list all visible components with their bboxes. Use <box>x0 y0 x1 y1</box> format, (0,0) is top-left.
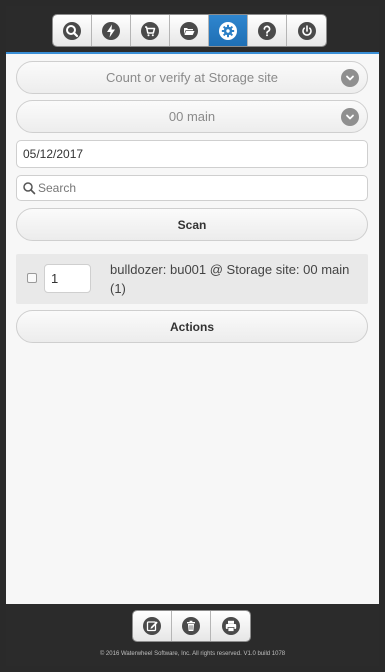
footer-bar: © 2016 Waterwheel Software, Inc. All rig… <box>6 604 379 666</box>
folder-open-icon <box>180 21 198 40</box>
header-bar <box>6 6 379 54</box>
site-select[interactable]: 00 main <box>16 100 368 133</box>
actions-button[interactable]: Actions <box>16 310 368 343</box>
item-checkbox[interactable] <box>27 273 37 283</box>
trash-icon <box>182 617 200 635</box>
mode-select-label: Count or verify at Storage site <box>106 70 278 85</box>
logout-button[interactable] <box>287 15 326 46</box>
site-select-label: 00 main <box>168 109 216 124</box>
lightning-icon <box>102 21 120 40</box>
power-icon <box>297 21 316 40</box>
search-icon <box>63 21 81 40</box>
print-button[interactable] <box>211 611 250 641</box>
search-button[interactable] <box>53 15 92 46</box>
list-item: 1 bulldozer: bu001 @ Storage site: 00 ma… <box>16 254 368 304</box>
quick-action-button[interactable] <box>92 15 131 46</box>
cart-button[interactable] <box>131 15 170 46</box>
chevron-down-icon <box>341 69 359 87</box>
search-placeholder: Search <box>38 181 77 195</box>
scan-button[interactable]: Scan <box>16 208 368 241</box>
copyright-text: © 2016 Waterwheel Software, Inc. All rig… <box>99 651 286 657</box>
gear-icon <box>219 21 237 40</box>
help-button[interactable] <box>248 15 287 46</box>
edit-icon <box>143 617 161 635</box>
cart-icon <box>141 21 159 40</box>
app-frame: Count or verify at Storage site 00 main … <box>0 0 385 672</box>
chevron-down-icon <box>341 108 359 126</box>
date-field[interactable]: 05/12/2017 <box>16 140 368 168</box>
item-description: bulldozer: bu001 @ Storage site: 00 main… <box>110 262 350 296</box>
search-input[interactable]: Search <box>16 175 368 201</box>
footer-toolbar <box>132 610 251 642</box>
open-folder-button[interactable] <box>170 15 209 46</box>
date-value: 05/12/2017 <box>23 147 84 161</box>
main-toolbar <box>52 14 327 47</box>
scan-button-label: Scan <box>177 217 207 232</box>
quantity-value: 1 <box>51 271 59 286</box>
help-icon <box>258 21 276 40</box>
settings-button[interactable] <box>209 15 248 46</box>
search-icon <box>23 182 36 195</box>
delete-button[interactable] <box>172 611 211 641</box>
quantity-input[interactable]: 1 <box>44 264 91 293</box>
print-icon <box>221 617 240 635</box>
edit-button[interactable] <box>133 611 172 641</box>
main-content: Count or verify at Storage site 00 main … <box>6 54 379 604</box>
actions-button-label: Actions <box>169 319 214 334</box>
mode-select[interactable]: Count or verify at Storage site <box>16 61 368 94</box>
